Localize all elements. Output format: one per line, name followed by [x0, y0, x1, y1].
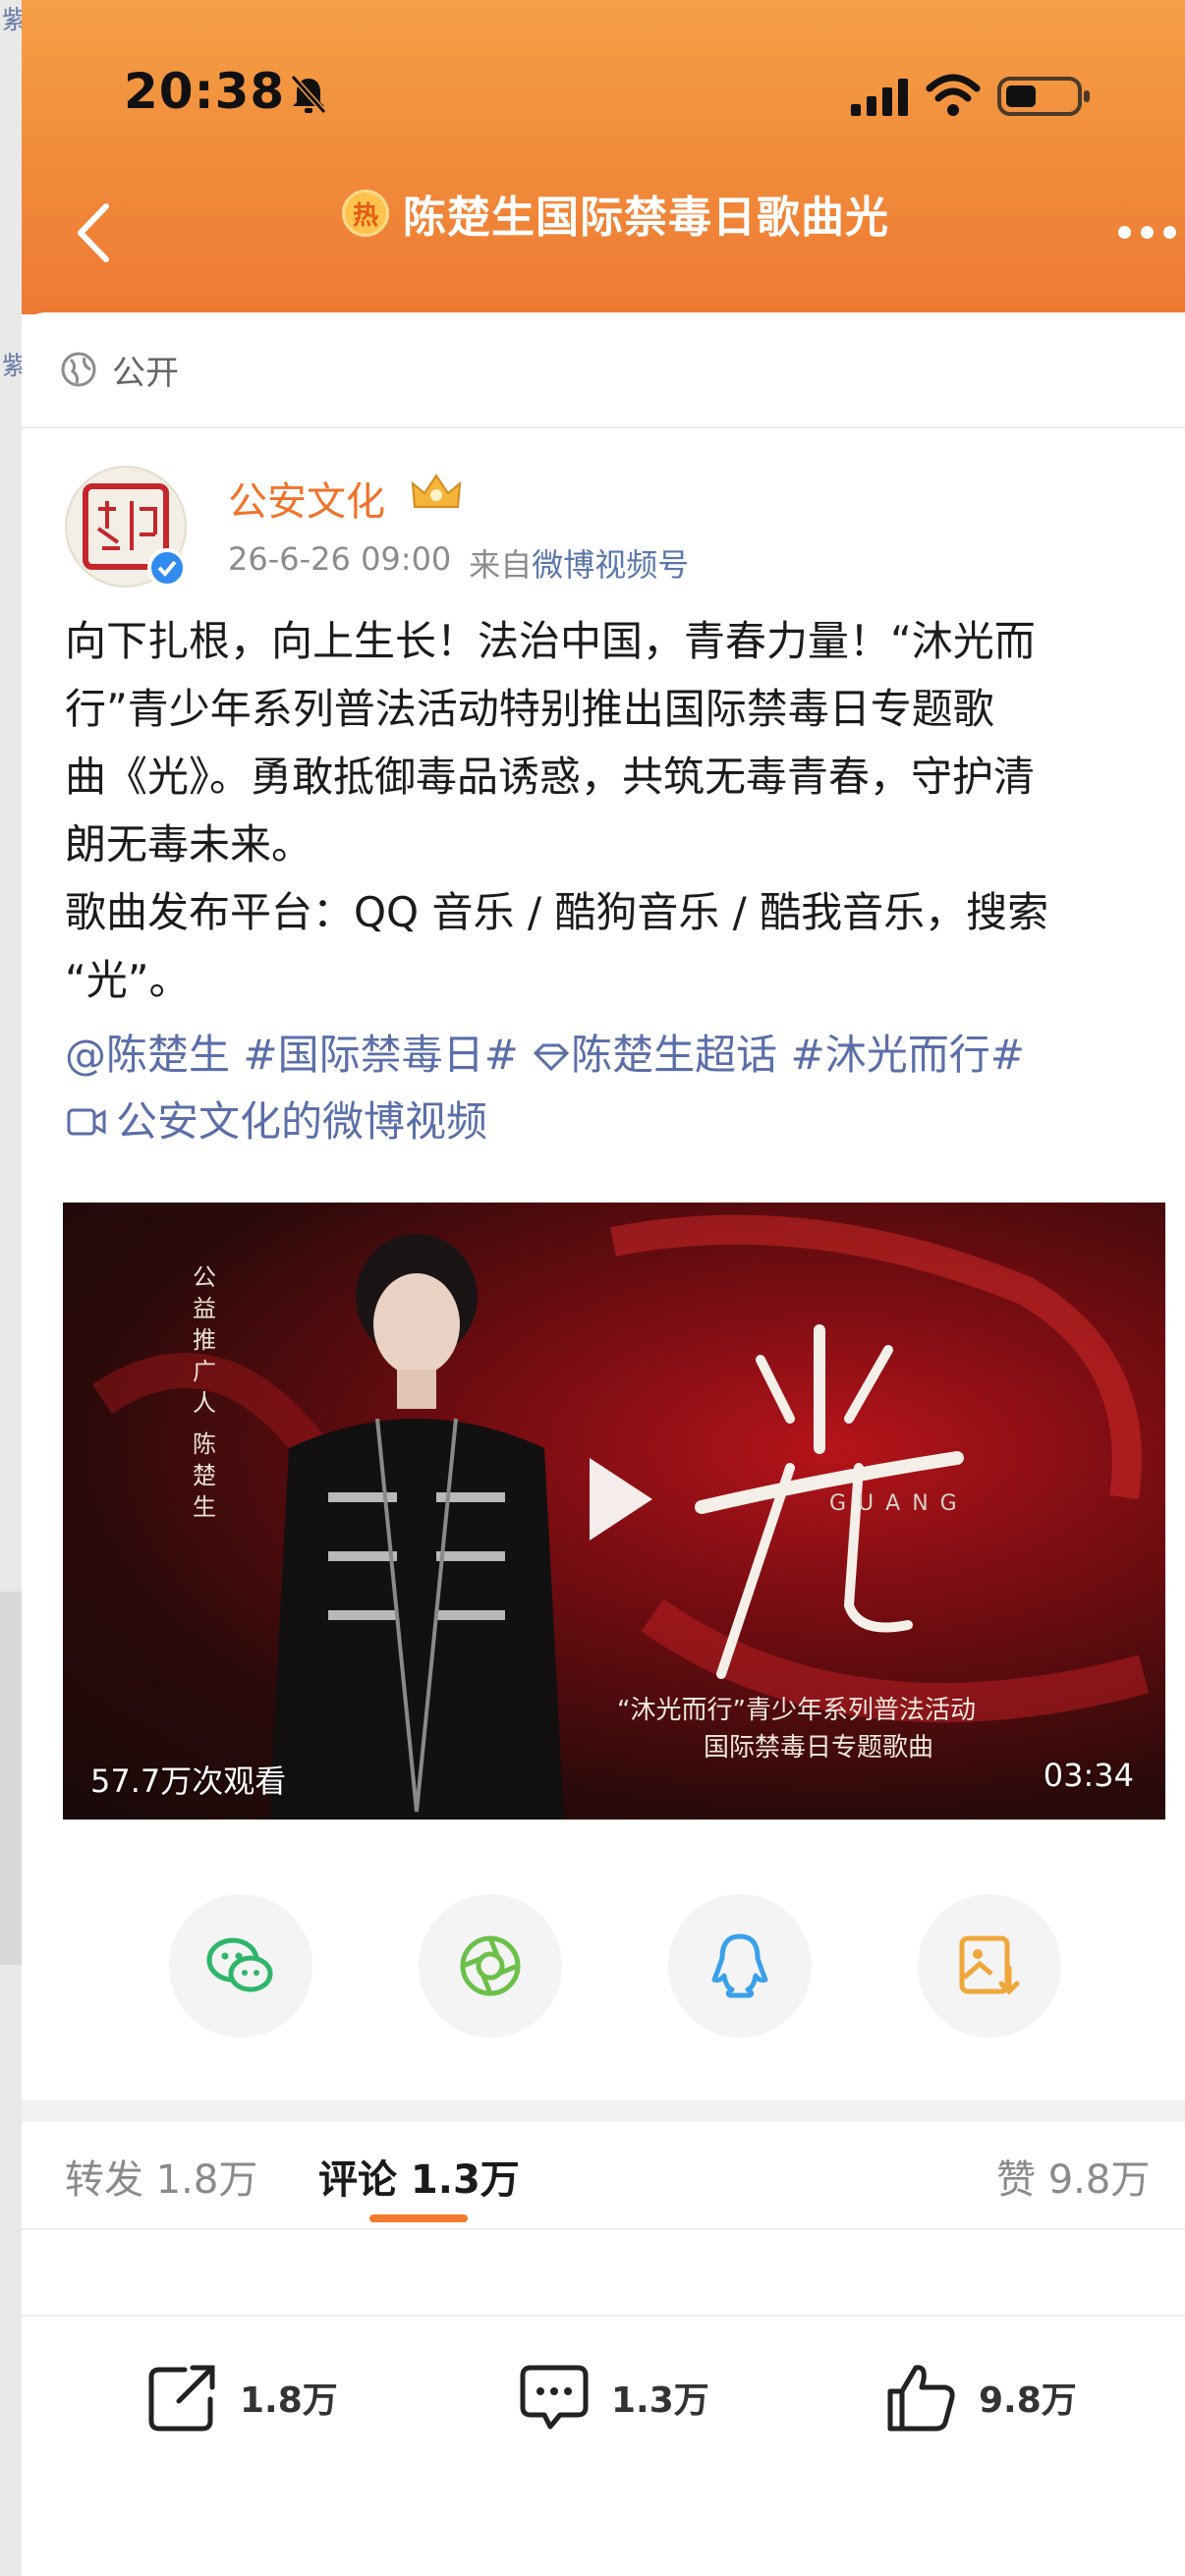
post-card: 公开 公安文化 26-6-26 09:00 来自微博视频号 向下扎根，向上生长！…: [22, 312, 1185, 2576]
hot-badge-icon: 热: [342, 190, 389, 237]
dot: [1118, 226, 1131, 239]
repost-icon: [148, 2365, 215, 2432]
topic-title-group: 热 陈楚生国际禁毒日歌曲光: [342, 182, 889, 245]
body-line: 曲《光》。勇敢抵御毒品诱惑，共筑无毒青春，守护清: [65, 753, 1036, 801]
video-subtitle: 国际禁毒日专题歌曲: [704, 1733, 934, 1763]
mention-link[interactable]: @陈楚生: [65, 1031, 230, 1079]
video-player[interactable]: 公益推广人 陈楚生 光 GUANG “沐光而行”青少年系列普法活动 国际禁毒日专…: [63, 1203, 1165, 1820]
like-count: 9.8万: [979, 2380, 1077, 2421]
dot: [1163, 226, 1176, 239]
video-source-row[interactable]: 公安文化的微博视频: [65, 1089, 1165, 1155]
body-line: “光”。: [65, 956, 191, 1004]
author-name[interactable]: 公安文化: [228, 470, 385, 527]
background-screen-edge: 紫 紫: [0, 0, 28, 2576]
bell-off-icon: [290, 75, 327, 114]
like-action-button[interactable]: 9.8万: [884, 2358, 1077, 2436]
visibility-label: 公开: [112, 353, 179, 393]
wechat-icon: [206, 1937, 273, 1992]
visibility-row: 公开: [59, 340, 179, 399]
video-vertical-text: 陈楚生: [193, 1430, 216, 1521]
video-link-icon: [67, 1108, 106, 1136]
globe-icon: [61, 352, 96, 387]
video-duration: 03:34: [1043, 1757, 1134, 1794]
play-icon[interactable]: [580, 1450, 658, 1548]
share-qq-button[interactable]: [668, 1894, 812, 2038]
body-line: 行”青少年系列普法活动特别推出国际禁毒日专题歌: [65, 685, 994, 733]
comment-icon: [520, 2365, 589, 2430]
source-prefix: 来自: [469, 546, 533, 584]
tag-row: @陈楚生 #国际禁毒日# 陈楚生超话 #沐光而行#: [65, 1022, 1165, 1089]
post-body: 向下扎根，向上生长！法治中国，青春力量！“沐光而 行”青少年系列普法活动特别推出…: [65, 607, 1165, 1014]
repost-count: 1.8万: [240, 2380, 338, 2421]
source-link[interactable]: 微博视频号: [532, 546, 689, 584]
svg-text:光: 光: [672, 1311, 673, 1312]
body-line: 歌曲发布平台：QQ 音乐 / 酷狗音乐 / 酷我音乐，搜索: [65, 888, 1049, 936]
source-group: 来自微博视频号: [469, 540, 689, 586]
battery-icon: [997, 77, 1090, 116]
super-topic-link[interactable]: 陈楚生超话: [571, 1031, 777, 1079]
back-arrow-icon[interactable]: [73, 200, 114, 265]
repost-action-button[interactable]: 1.8万: [145, 2358, 338, 2436]
tab-like[interactable]: 赞 9.8万: [996, 2148, 1150, 2205]
status-time: 20:38: [124, 63, 286, 120]
wifi-icon: [926, 74, 981, 116]
super-topic-diamond-icon: [534, 1043, 570, 1072]
share-moments-button[interactable]: [419, 1894, 562, 2038]
divider: [22, 426, 1185, 428]
crown-badge-icon: [411, 474, 462, 508]
video-source-link[interactable]: 公安文化的微博视频: [116, 1089, 487, 1155]
tab-repost[interactable]: 转发 1.8万: [65, 2148, 257, 2205]
topic-link[interactable]: #沐光而行#: [791, 1031, 1025, 1079]
body-line: 向下扎根，向上生长！法治中国，青春力量！“沐光而: [65, 617, 1036, 665]
save-image-icon: [959, 1935, 1020, 1995]
post-tags: @陈楚生 #国际禁毒日# 陈楚生超话 #沐光而行# 公安文化的微博视频: [65, 1022, 1165, 1155]
dot: [1141, 226, 1154, 239]
thumbs-up-icon: [887, 2365, 955, 2432]
save-image-button[interactable]: [918, 1894, 1061, 2038]
more-options-button[interactable]: [1118, 226, 1185, 242]
view-count: 57.7万次观看: [90, 1763, 287, 1800]
page-title: 陈楚生国际禁毒日歌曲光: [403, 193, 889, 243]
comment-action-button[interactable]: 1.3万: [517, 2358, 709, 2436]
active-tab-indicator: [369, 2214, 468, 2222]
tab-comment[interactable]: 评论 1.3万: [318, 2148, 520, 2205]
video-vertical-text: 公益推广人: [193, 1263, 216, 1417]
divider: [22, 2228, 1185, 2230]
comment-count: 1.3万: [611, 2380, 709, 2421]
body-line: 朗无毒未来。: [65, 820, 313, 868]
verified-badge-icon: [147, 548, 187, 588]
topic-header: 20:38 热 陈楚生国际禁毒日歌曲光: [22, 0, 1185, 314]
qq-icon: [711, 1933, 768, 1998]
post-date: 26-6-26 09:00: [228, 540, 452, 578]
post-meta: 26-6-26 09:00 来自微博视频号: [228, 540, 689, 586]
video-title-romanization: GUANG: [829, 1491, 969, 1516]
share-wechat-button[interactable]: [169, 1894, 312, 2038]
singer-figure: [269, 1234, 564, 1820]
moments-icon: [460, 1935, 521, 1996]
video-subtitle: “沐光而行”青少年系列普法活动: [617, 1696, 976, 1725]
cellular-signal-icon: [851, 79, 908, 116]
section-separator: [22, 2100, 1185, 2122]
topic-link[interactable]: #国际禁毒日#: [243, 1031, 518, 1079]
divider: [22, 2315, 1185, 2317]
peek-image: [0, 1592, 22, 1965]
